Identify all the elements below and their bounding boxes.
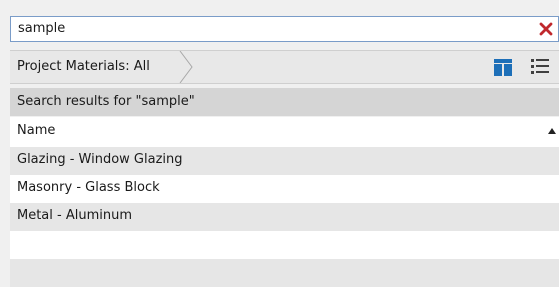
search-results-header: Search results for "sample": [10, 88, 559, 116]
clear-search-icon[interactable]: [536, 18, 556, 40]
material-name-cell: Masonry - Glass Block: [17, 180, 160, 195]
column-header-name-label: Name: [17, 123, 56, 138]
breadcrumb-project-materials[interactable]: Project Materials: All: [17, 59, 150, 74]
breadcrumb-chevron-icon: [179, 51, 193, 83]
table-row[interactable]: Metal - Aluminum: [10, 203, 559, 231]
table-rows: Glazing - Window Glazing Masonry - Glass…: [10, 147, 559, 287]
material-name-cell: Glazing - Window Glazing: [17, 152, 183, 167]
list-view-icon[interactable]: [531, 58, 551, 76]
search-results-label: Search results for "sample": [17, 94, 195, 109]
table-row-empty: [10, 231, 559, 259]
sort-ascending-icon: [548, 128, 556, 134]
table-row[interactable]: Glazing - Window Glazing: [10, 147, 559, 175]
table-row-empty: [10, 259, 559, 287]
tile-view-icon[interactable]: [494, 59, 512, 76]
search-input-value: sample: [18, 21, 66, 36]
material-browser-panel: sample Project Materials: All Search res…: [0, 0, 559, 287]
table-row[interactable]: Masonry - Glass Block: [10, 175, 559, 203]
search-input[interactable]: sample: [10, 16, 559, 42]
results-table: Name Glazing - Window Glazing Masonry - …: [10, 117, 559, 287]
search-row: sample: [0, 0, 559, 47]
material-name-cell: Metal - Aluminum: [17, 208, 133, 223]
column-header-name[interactable]: Name: [10, 117, 559, 145]
breadcrumb: Project Materials: All: [10, 50, 559, 84]
